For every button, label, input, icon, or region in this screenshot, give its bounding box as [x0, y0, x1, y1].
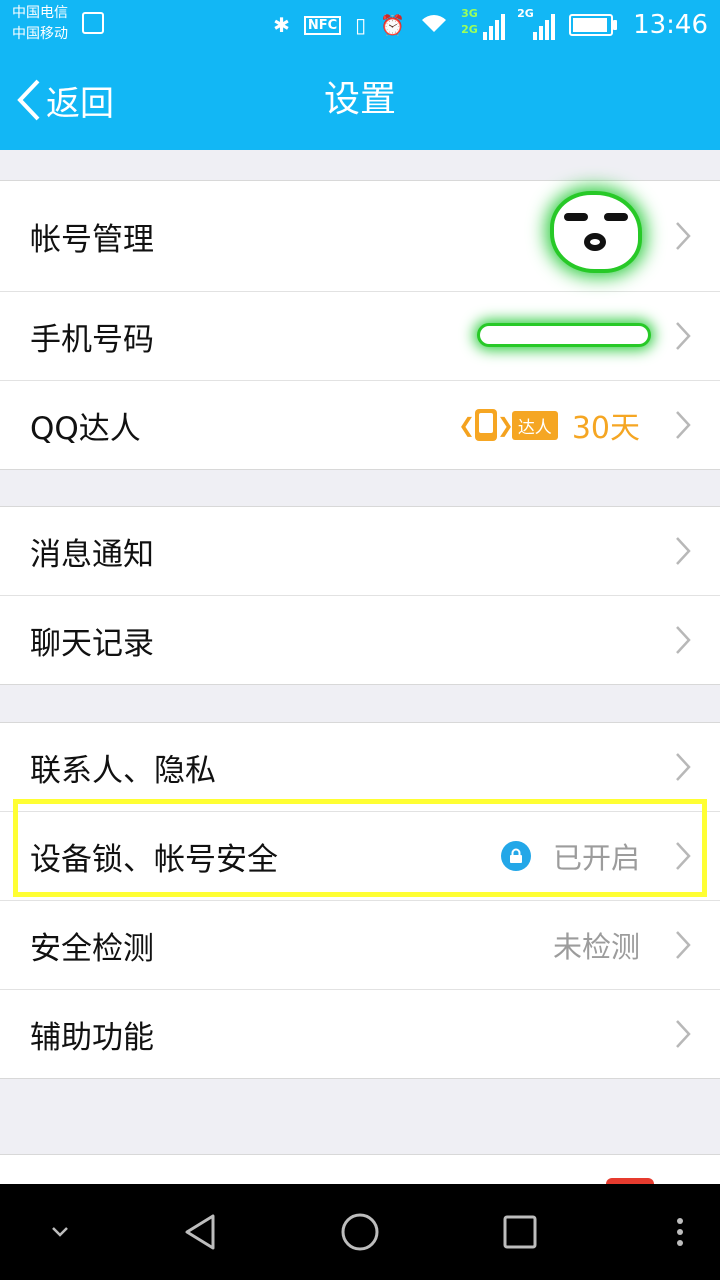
- status-icons: ✱ NFC ▯ ⏰ 3G 2G 2G 13:46: [273, 0, 708, 50]
- row-label: QQ达人: [30, 410, 141, 447]
- hide-nav-button[interactable]: [30, 1184, 90, 1280]
- wing-icon: ❮: [458, 413, 476, 437]
- battery-icon: [569, 14, 618, 36]
- lock-icon: [500, 841, 531, 871]
- more-vertical-icon: [677, 1218, 683, 1246]
- chevron-right-icon: [676, 411, 691, 439]
- chevron-right-icon: [676, 753, 691, 781]
- row-label: 联系人、隐私: [30, 752, 216, 789]
- signal-1-icon: 3G 2G: [461, 8, 506, 40]
- row-label: 聊天记录: [30, 625, 154, 662]
- chevron-right-icon: [676, 322, 691, 350]
- row-label: 消息通知: [30, 536, 154, 573]
- chevron-right-icon: [676, 222, 691, 250]
- chevron-right-icon: [676, 931, 691, 959]
- system-nav-bar: [0, 1184, 720, 1280]
- alarm-icon: ⏰: [380, 13, 406, 37]
- row-accessibility[interactable]: 辅助功能: [0, 990, 720, 1078]
- daren-days: 30天: [571, 411, 640, 446]
- chevron-right-icon: [676, 1020, 691, 1048]
- bluetooth-icon: ✱: [273, 13, 290, 37]
- phone-icon: [475, 409, 498, 441]
- row-label: 帐号管理: [30, 221, 154, 258]
- device-lock-status: 已开启: [500, 812, 640, 900]
- chevron-right-icon: [676, 626, 691, 654]
- more-nav-button[interactable]: [660, 1184, 700, 1280]
- daren-badge: ❮ ❯ 达人: [458, 409, 558, 441]
- carrier-2: 中国移动: [12, 26, 68, 42]
- row-account-management[interactable]: 帐号管理: [0, 181, 720, 292]
- vibrate-icon: ▯: [355, 13, 367, 37]
- avatar: [554, 195, 638, 269]
- settings-group-privacy: 联系人、隐私 设备锁、帐号安全 已开启 安全检测 未检测 辅助功能: [0, 722, 720, 1079]
- wifi-icon: [419, 12, 449, 39]
- triangle-back-icon: [185, 1214, 215, 1250]
- row-label: 安全检测: [30, 930, 154, 967]
- row-security-scan[interactable]: 安全检测 未检测: [0, 901, 720, 990]
- row-label: 辅助功能: [30, 1019, 154, 1056]
- circle-home-icon: [341, 1213, 379, 1251]
- nfc-icon: NFC: [303, 15, 342, 35]
- recents-nav-button[interactable]: [490, 1184, 550, 1280]
- carrier-1: 中国电信: [12, 5, 68, 21]
- chevron-down-icon: [52, 1227, 68, 1237]
- home-nav-button[interactable]: [330, 1184, 390, 1280]
- row-notifications[interactable]: 消息通知: [0, 507, 720, 596]
- chevron-right-icon: [676, 842, 691, 870]
- redacted-phone: [480, 326, 648, 344]
- daren-tag: 达人: [511, 410, 558, 440]
- back-nav-button[interactable]: [170, 1184, 230, 1280]
- status-bar: 中国电信 中国移动 ✱ NFC ▯ ⏰ 3G 2G 2G 13:46: [0, 0, 720, 50]
- carrier-info: 中国电信 中国移动: [12, 3, 68, 45]
- status-text: 已开启: [552, 841, 640, 875]
- image-notification-icon: [82, 12, 104, 34]
- row-label: 设备锁、帐号安全: [30, 841, 278, 878]
- status-text: 未检测: [552, 930, 640, 964]
- square-recents-icon: [503, 1215, 537, 1249]
- clock: 13:46: [633, 10, 708, 40]
- header-bar: 返回 设置: [0, 50, 720, 150]
- settings-group-account: 帐号管理 手机号码 QQ达人 ❮ ❯ 达人 30天: [0, 180, 720, 470]
- row-device-lock-security[interactable]: 设备锁、帐号安全 已开启: [0, 812, 720, 901]
- row-contacts-privacy[interactable]: 联系人、隐私: [0, 723, 720, 812]
- row-chat-history[interactable]: 聊天记录: [0, 596, 720, 684]
- page-title: 设置: [323, 79, 396, 120]
- signal-2-icon: 2G: [517, 8, 556, 40]
- daren-value: ❮ ❯ 达人 30天: [458, 381, 640, 469]
- row-qq-daren[interactable]: QQ达人 ❮ ❯ 达人 30天: [0, 381, 720, 469]
- row-label: 手机号码: [30, 321, 154, 358]
- settings-group-messages: 消息通知 聊天记录: [0, 506, 720, 685]
- row-phone-number[interactable]: 手机号码: [0, 292, 720, 381]
- chevron-right-icon: [676, 537, 691, 565]
